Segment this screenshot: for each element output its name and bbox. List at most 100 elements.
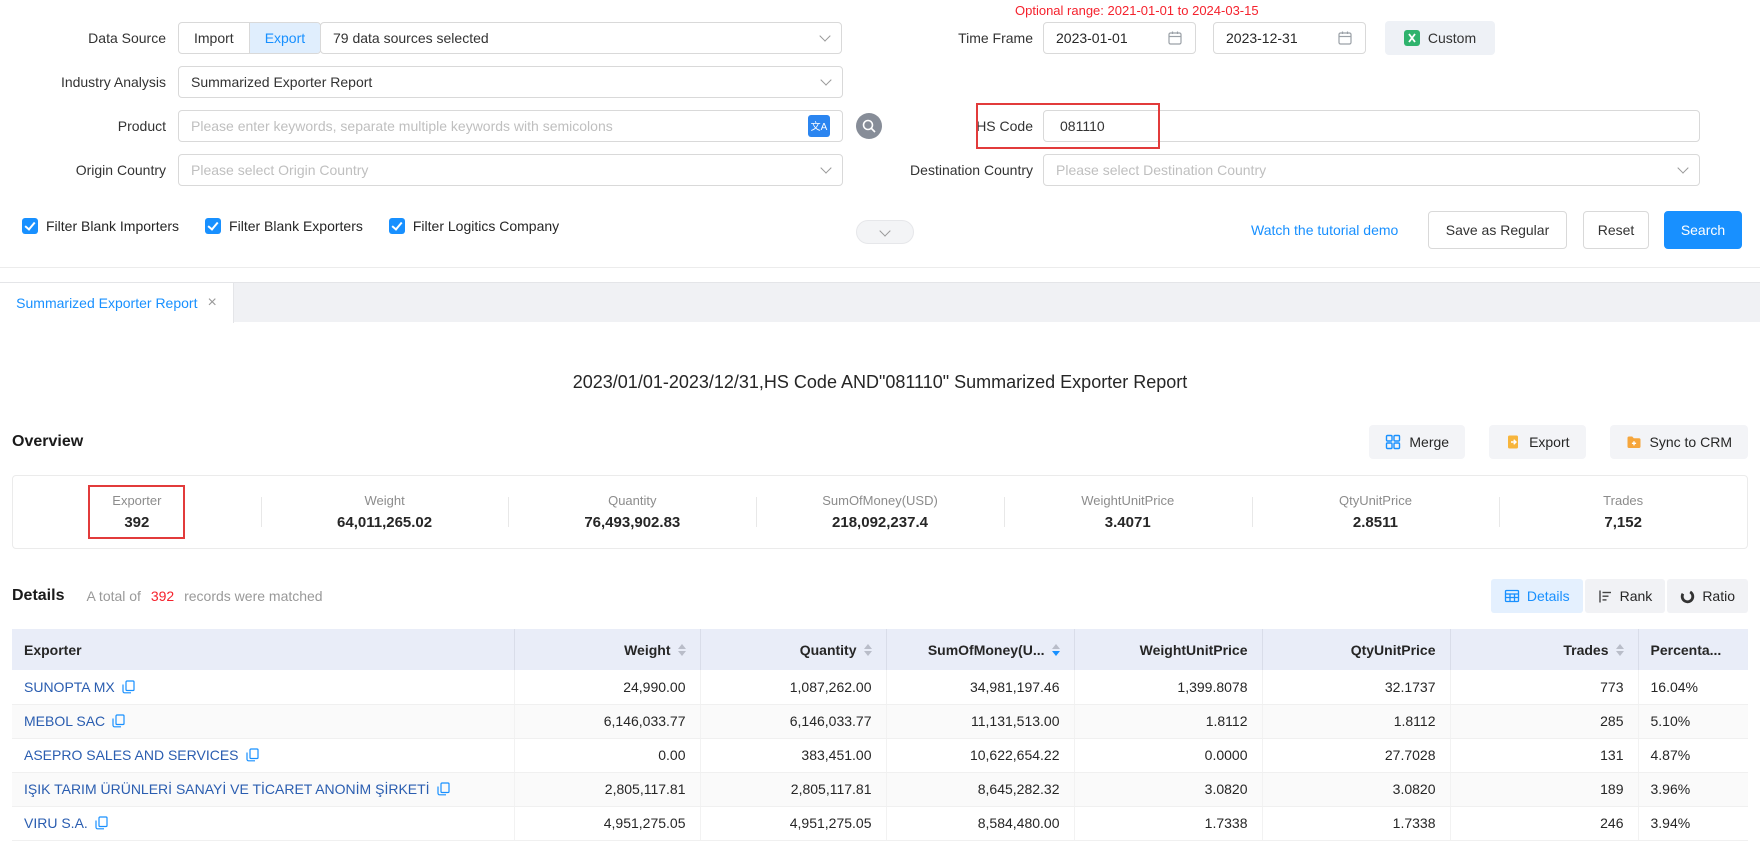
table-row: ASEPRO SALES AND SERVICES0.00383,451.001… (12, 738, 1748, 772)
export-button[interactable]: Export (1489, 425, 1585, 459)
table-cell: 4.87% (1638, 738, 1748, 772)
reset-button[interactable]: Reset (1583, 211, 1649, 249)
checkbox-checked-icon[interactable] (389, 218, 405, 234)
table-cell: 27.7028 (1262, 738, 1450, 772)
translate-icon[interactable]: 文A (808, 115, 830, 137)
sync-to-crm-button[interactable]: Sync to CRM (1610, 425, 1748, 459)
copy-icon[interactable] (122, 680, 135, 694)
sort-control[interactable] (1052, 644, 1060, 656)
view-rank-button[interactable]: Rank (1585, 579, 1666, 613)
stat-item: Exporter 392 (13, 485, 261, 539)
collapse-filters-button[interactable] (856, 220, 914, 244)
table-cell: 8,645,282.32 (886, 772, 1074, 806)
image-search-icon[interactable] (856, 113, 882, 139)
sort-control[interactable] (678, 644, 686, 656)
column-header[interactable]: Trades (1450, 629, 1638, 670)
product-field: 文A (178, 110, 843, 142)
exporter-link[interactable]: IŞIK TARIM ÜRÜNLERİ SANAYİ VE TİCARET AN… (24, 781, 430, 797)
stat-value: 7,152 (1603, 514, 1643, 531)
column-header: QtyUnitPrice (1262, 629, 1450, 670)
view-details-button[interactable]: Details (1491, 579, 1583, 613)
copy-icon[interactable] (95, 816, 108, 830)
save-as-regular-button[interactable]: Save as Regular (1428, 211, 1567, 249)
hs-code-input[interactable] (1060, 118, 1687, 134)
svg-text:文A: 文A (811, 120, 828, 133)
filter-checkbox[interactable]: Filter Blank Exporters (205, 218, 363, 234)
table-row: SUNOPTA MX24,990.001,087,262.0034,981,19… (12, 670, 1748, 704)
export-toggle[interactable]: Export (249, 23, 320, 53)
end-date-field[interactable]: 2023-12-31 (1213, 22, 1366, 54)
excel-icon (1404, 30, 1420, 46)
tab-summarized-exporter-report[interactable]: Summarized Exporter Report × (0, 283, 234, 323)
table-cell: MEBOL SAC (12, 704, 514, 738)
sort-control[interactable] (864, 644, 872, 656)
exporter-link[interactable]: VIRU S.A. (24, 815, 88, 831)
table-cell: IŞIK TARIM ÜRÜNLERİ SANAYİ VE TİCARET AN… (12, 772, 514, 806)
calendar-icon[interactable] (1167, 30, 1183, 46)
close-icon[interactable]: × (207, 295, 216, 311)
exporter-link[interactable]: MEBOL SAC (24, 713, 105, 729)
data-source-toggle: Import Export (178, 22, 321, 54)
column-header[interactable]: Weight (514, 629, 700, 670)
table-cell: 285 (1450, 704, 1638, 738)
copy-icon[interactable] (246, 748, 259, 762)
table-cell: ASEPRO SALES AND SERVICES (12, 738, 514, 772)
summary-suffix: records were matched (184, 588, 323, 604)
table-cell: 773 (1450, 670, 1638, 704)
overview-bar: Overview Merge Export Sync to CRM (12, 425, 1748, 459)
checkbox-label: Filter Blank Importers (46, 218, 179, 234)
table-cell: 11,131,513.00 (886, 704, 1074, 738)
filter-checkbox[interactable]: Filter Blank Importers (22, 218, 179, 234)
stat-item: Trades 7,152 (1499, 485, 1747, 539)
checkbox-label: Filter Blank Exporters (229, 218, 363, 234)
destination-country-select[interactable]: Please select Destination Country (1043, 154, 1700, 186)
column-header[interactable]: Quantity (700, 629, 886, 670)
origin-country-select[interactable]: Please select Origin Country (178, 154, 843, 186)
exporter-link[interactable]: ASEPRO SALES AND SERVICES (24, 747, 239, 763)
overview-buttons: Merge Export Sync to CRM (1369, 425, 1748, 459)
stat-label: Quantity (584, 493, 680, 508)
view-ratio-button[interactable]: Ratio (1667, 579, 1748, 613)
table-cell: 32.1737 (1262, 670, 1450, 704)
filter-checkbox[interactable]: Filter Logitics Company (389, 218, 559, 234)
table-cell: 24,990.00 (514, 670, 700, 704)
product-input[interactable] (191, 118, 808, 134)
table-cell: 5.10% (1638, 704, 1748, 738)
industry-analysis-select[interactable]: Summarized Exporter Report (178, 66, 843, 98)
table-cell: 2,805,117.81 (700, 772, 886, 806)
stat-value: 392 (112, 514, 161, 531)
industry-analysis-label: Industry Analysis (0, 66, 166, 98)
sort-control[interactable] (1616, 644, 1624, 656)
table-header-row: ExporterWeightQuantitySumOfMoney(U...Wei… (12, 629, 1748, 670)
column-header[interactable]: SumOfMoney(U... (886, 629, 1074, 670)
match-summary: A total of 392 records were matched (86, 588, 322, 604)
start-date-field[interactable]: 2023-01-01 (1043, 22, 1196, 54)
table-cell: 1,087,262.00 (700, 670, 886, 704)
hs-code-field (1043, 110, 1700, 142)
search-button[interactable]: Search (1664, 211, 1742, 249)
stat-label: SumOfMoney(USD) (822, 493, 938, 508)
stat-item: QtyUnitPrice 2.8511 (1252, 485, 1500, 539)
data-sources-select[interactable]: 79 data sources selected (320, 22, 842, 54)
import-toggle[interactable]: Import (179, 23, 249, 53)
table-cell: 0.0000 (1074, 738, 1262, 772)
table-row: IŞIK TARIM ÜRÜNLERİ SANAYİ VE TİCARET AN… (12, 772, 1748, 806)
view-ratio-label: Ratio (1702, 588, 1735, 604)
copy-icon[interactable] (112, 714, 125, 728)
optional-range-label: Optional range: (1015, 3, 1104, 18)
exporter-link[interactable]: SUNOPTA MX (24, 679, 115, 695)
table-cell: VIRU S.A. (12, 806, 514, 840)
tab-bar: Summarized Exporter Report × (0, 282, 1760, 322)
checkbox-checked-icon[interactable] (205, 218, 221, 234)
merge-button[interactable]: Merge (1369, 425, 1465, 459)
stat-item: SumOfMoney(USD) 218,092,237.4 (756, 485, 1004, 539)
checkbox-row: Filter Blank Importers Filter Blank Expo… (22, 218, 559, 234)
custom-range-button[interactable]: Custom (1385, 21, 1495, 55)
rank-chart-icon (1598, 589, 1613, 604)
copy-icon[interactable] (437, 782, 450, 796)
checkbox-checked-icon[interactable] (22, 218, 38, 234)
table-cell: 383,451.00 (700, 738, 886, 772)
calendar-icon[interactable] (1337, 30, 1353, 46)
tutorial-link[interactable]: Watch the tutorial demo (1251, 211, 1398, 249)
table-cell: 4,951,275.05 (514, 806, 700, 840)
